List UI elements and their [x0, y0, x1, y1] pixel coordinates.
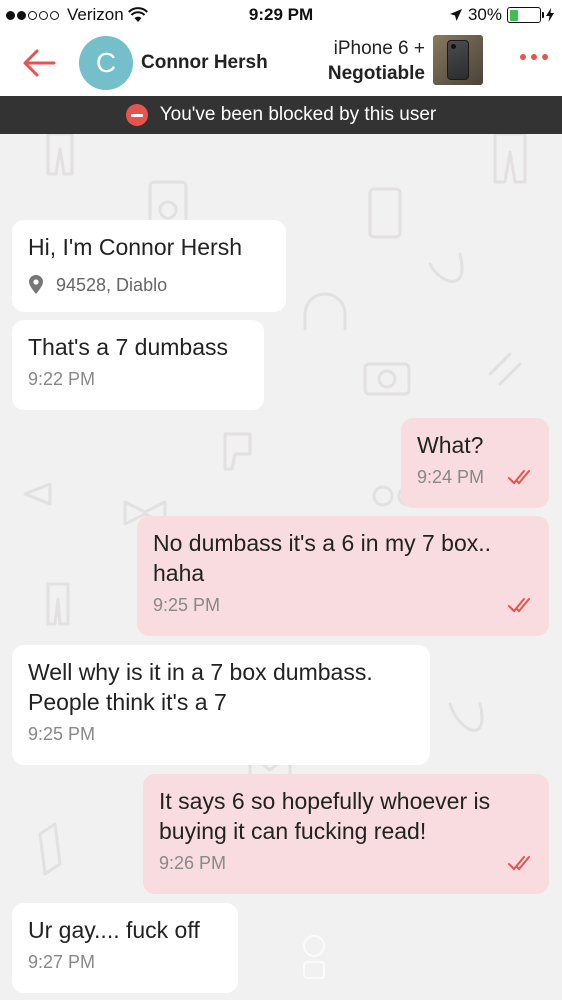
message-time: 9:22 PM — [28, 369, 96, 389]
battery-percent: 30% — [467, 5, 502, 24]
blocked-banner: You've been blocked by this user — [0, 96, 562, 134]
item-thumbnail[interactable] — [433, 35, 483, 85]
avatar[interactable]: C — [79, 36, 133, 90]
location-text: 94528, Diablo — [56, 275, 168, 295]
battery-icon — [507, 7, 544, 23]
message-text: Ur gay.... fuck off — [28, 917, 200, 943]
chat-header: C Connor Hersh iPhone 6 + Negotiable — [0, 30, 562, 96]
arrow-left-icon[interactable] — [20, 44, 58, 82]
more-dots-icon[interactable] — [520, 54, 548, 60]
read-check-icon — [508, 856, 530, 871]
read-check-icon — [508, 470, 530, 485]
item-price: Negotiable — [327, 63, 425, 84]
blocked-text: You've been blocked by this user — [159, 104, 437, 125]
blocked-icon — [125, 104, 148, 126]
location-pin-icon — [29, 275, 43, 294]
message-time: 9:24 PM — [417, 467, 485, 487]
phone-image — [447, 40, 469, 80]
message-bubble-outgoing[interactable]: No dumbass it's a 6 in my 7 box.. haha 9… — [137, 516, 549, 636]
message-time: 9:25 PM — [28, 724, 96, 744]
message-bubble-incoming[interactable]: Well why is it in a 7 box dumbass. Peopl… — [12, 645, 430, 765]
item-info[interactable]: iPhone 6 + Negotiable — [328, 36, 425, 86]
watermark-logo — [303, 935, 325, 979]
message-time: 9:27 PM — [28, 952, 96, 972]
message-bubble-outgoing[interactable]: It says 6 so hopefully whoever is buying… — [143, 774, 549, 894]
message-bubble-incoming[interactable]: That's a 7 dumbass 9:22 PM — [12, 320, 264, 410]
message-text: That's a 7 dumbass — [28, 334, 228, 360]
status-right: 30% — [449, 5, 554, 25]
location-arrow-icon — [449, 9, 462, 21]
message-bubble-outgoing[interactable]: What? 9:24 PM — [401, 418, 549, 508]
message-text: What? — [417, 432, 484, 458]
message-text: Hi, I'm Connor Hersh — [28, 234, 243, 260]
message-bubble-incoming[interactable]: Hi, I'm Connor Hersh 94528, Diablo — [12, 220, 286, 312]
read-check-icon — [508, 598, 530, 613]
message-text: Well why is it in a 7 box dumbass. Peopl… — [28, 659, 373, 715]
status-bar: Verizon 9:29 PM 30% — [0, 0, 562, 30]
contact-name[interactable]: Connor Hersh — [141, 52, 268, 74]
message-text: No dumbass it's a 6 in my 7 box.. haha — [153, 530, 492, 586]
message-time: 9:26 PM — [159, 853, 227, 873]
message-text: It says 6 so hopefully whoever is buying… — [159, 788, 491, 844]
message-time: 9:25 PM — [153, 595, 221, 615]
message-bubble-incoming[interactable]: Ur gay.... fuck off 9:27 PM — [12, 903, 238, 993]
charging-icon — [546, 8, 554, 22]
location-row: 94528, Diablo — [28, 270, 270, 300]
item-title: iPhone 6 + — [333, 38, 425, 59]
